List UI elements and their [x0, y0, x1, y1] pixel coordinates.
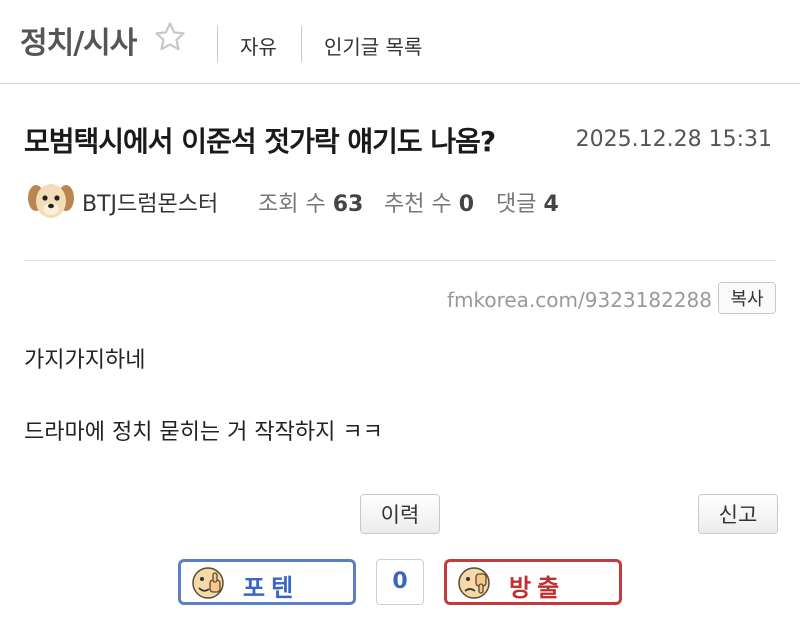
downvote-label: 방출 — [509, 574, 566, 602]
header-separator — [301, 26, 302, 62]
board-header: 정치/시사 자유 인기글 목록 — [0, 0, 800, 84]
post-body-line: 가지가지하네 — [24, 348, 146, 373]
avatar[interactable] — [26, 178, 76, 224]
author-name[interactable]: BTJ드럼몬스터 — [82, 186, 218, 218]
post-title: 모범택시에서 이준석 젓가락 얘기도 나옴? — [24, 125, 496, 158]
view-count: 조회 수 63 — [258, 186, 363, 218]
thumbs-down-face-icon — [458, 567, 490, 599]
copy-url-button[interactable]: 복사 — [718, 282, 776, 314]
history-button[interactable]: 이력 — [360, 494, 440, 534]
comment-count-value: 4 — [543, 192, 559, 217]
thumbs-up-face-icon — [192, 567, 224, 599]
tab-popular-list[interactable]: 인기글 목록 — [324, 31, 422, 60]
comment-count[interactable]: 댓글 4 — [496, 186, 559, 218]
post-date: 2025.12.28 15:31 — [575, 127, 772, 152]
recommend-count: 추천 수 0 — [384, 186, 474, 218]
vote-count: 0 — [376, 559, 424, 605]
view-count-label: 조회 수 — [258, 192, 326, 217]
upvote-button[interactable]: 포텐 — [178, 559, 356, 605]
comment-count-label: 댓글 — [496, 192, 537, 217]
upvote-label: 포텐 — [243, 574, 300, 602]
board-title[interactable]: 정치/시사 — [20, 18, 137, 62]
post-body-line: 드라마에 정치 묻히는 거 작작하지 ㅋㅋ — [24, 420, 383, 445]
view-count-value: 63 — [332, 192, 364, 217]
header-separator — [217, 26, 218, 62]
recommend-count-label: 추천 수 — [384, 192, 452, 217]
report-button[interactable]: 신고 — [698, 494, 778, 534]
post-url: fmkorea.com/9323182288 — [446, 288, 712, 312]
favorite-star-icon[interactable] — [153, 20, 187, 54]
post-meta: BTJ드럼몬스터 조회 수 63 추천 수 0 댓글 4 — [26, 178, 786, 224]
content-divider — [24, 260, 776, 261]
downvote-button[interactable]: 방출 — [444, 559, 622, 605]
recommend-count-value: 0 — [458, 192, 475, 217]
tab-free[interactable]: 자유 — [240, 31, 277, 60]
